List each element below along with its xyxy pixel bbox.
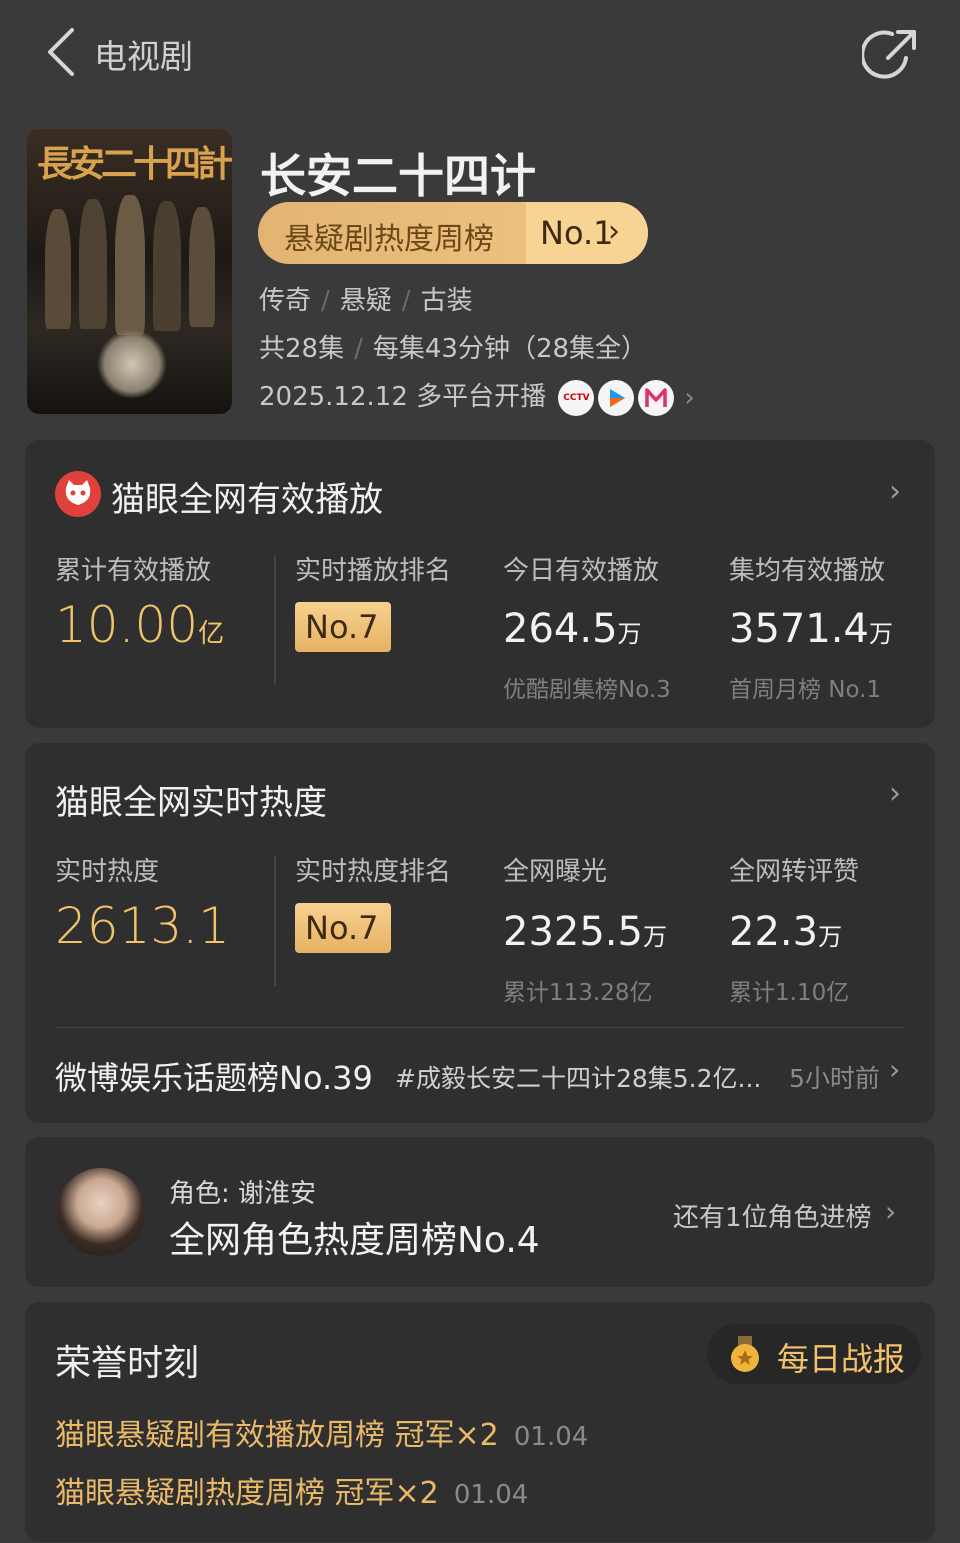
stat-label: 实时播放排名	[295, 556, 452, 586]
premiere-line[interactable]: 2025.12.12 多平台开播 CCTV ›	[259, 376, 695, 416]
heat-rank-badge: No.7	[295, 903, 391, 953]
playback-card-title: 猫眼全网有效播放	[111, 480, 383, 520]
honor-item: 猫眼悬疑剧有效播放周榜 冠军×2 01.04	[55, 1418, 589, 1453]
daily-report-button[interactable]: 每日战报	[707, 1324, 921, 1384]
more-roles-link[interactable]: 还有1位角色进榜	[673, 1197, 872, 1234]
heat-card-title: 猫眼全网实时热度	[55, 783, 327, 823]
realtime-heat-value: 2613.1	[55, 897, 230, 955]
chevron-right-icon: ›	[889, 1053, 901, 1086]
stat-label: 全网转评赞	[729, 857, 860, 887]
realtime-rank-badge: No.7	[295, 602, 391, 652]
divider	[274, 555, 276, 685]
nav-title: 电视剧	[94, 37, 193, 76]
youku-logo-icon	[598, 379, 635, 416]
engagement-value: 22.3万	[729, 909, 843, 955]
weibo-topic-tag: #成毅长安二十四计28集5.2亿...	[395, 1064, 762, 1093]
episode-line: 共28集 / 每集43分钟（28集全）	[259, 334, 648, 364]
weibo-time: 5小时前	[789, 1064, 880, 1093]
rank-pill-number: No.1	[526, 202, 648, 264]
mgtv-logo-icon	[638, 379, 675, 416]
stat-label: 集均有效播放	[729, 556, 886, 586]
episode-count: 共28集	[259, 334, 345, 364]
genre-tag: 悬疑	[339, 286, 392, 316]
role-rank: 全网角色热度周榜No.4	[169, 1220, 540, 1261]
honor-card: 荣誉时刻 每日战报 猫眼悬疑剧有效播放周榜 冠军×2 01.04 猫眼悬疑剧热度…	[25, 1302, 935, 1542]
weibo-rank: 微博娱乐话题榜No.39	[55, 1059, 373, 1097]
stat-label: 实时热度	[55, 857, 160, 887]
stat-label: 全网曝光	[503, 857, 608, 887]
role-name: 角色: 谢淮安	[169, 1179, 317, 1209]
share-icon[interactable]	[862, 24, 922, 84]
stat-label: 累计有效播放	[55, 556, 212, 586]
genre-line: 传奇 / 悬疑 / 古装	[259, 286, 473, 316]
weibo-topic-row[interactable]: 微博娱乐话题榜No.39 #成毅长安二十四计28集5.2亿... 5小时前 ›	[55, 1053, 915, 1097]
poster-logo-text: 長安二十四計	[37, 143, 232, 185]
premiere-date: 2025.12.12 多平台开播	[259, 382, 547, 412]
show-title: 长安二十四计	[260, 149, 536, 203]
divider	[55, 1027, 905, 1028]
genre-tag: 传奇	[259, 286, 312, 316]
stat-sub: 累计1.10亿	[729, 980, 850, 1006]
role-avatar	[57, 1168, 145, 1256]
role-card[interactable]: 角色: 谢淮安 全网角色热度周榜No.4 还有1位角色进榜 ›	[25, 1137, 935, 1287]
cctv-logo-icon: CCTV	[558, 379, 595, 416]
honor-item: 猫眼悬疑剧热度周榜 冠军×2 01.04	[55, 1476, 529, 1511]
weekly-rank-pill[interactable]: 悬疑剧热度周榜 No.1 ›	[258, 202, 648, 264]
divider	[274, 856, 276, 986]
exposure-value: 2325.5万	[503, 909, 667, 955]
genre-tag: 古装	[420, 286, 473, 316]
playback-card[interactable]: 猫眼全网有效播放 › 累计有效播放 10.00亿 实时播放排名 No.7 今日有…	[25, 440, 935, 728]
daily-report-label: 每日战报	[777, 1340, 906, 1378]
chevron-right-icon[interactable]: ›	[885, 1195, 896, 1228]
stat-sub: 优酷剧集榜No.3	[503, 677, 671, 703]
chevron-right-icon[interactable]: ›	[889, 776, 901, 811]
stat-label: 今日有效播放	[503, 556, 660, 586]
back-arrow-icon[interactable]	[40, 26, 84, 78]
today-playback-value: 264.5万	[503, 606, 642, 652]
stat-sub: 首周月榜 No.1	[729, 677, 882, 703]
show-poster[interactable]: 長安二十四計	[27, 129, 232, 414]
chevron-right-icon[interactable]: ›	[889, 474, 901, 509]
episode-duration: 每集43分钟（28集全）	[372, 334, 648, 364]
stat-label: 实时热度排名	[295, 857, 452, 887]
heat-card[interactable]: 猫眼全网实时热度 › 实时热度 2613.1 实时热度排名 No.7 全网曝光 …	[25, 743, 935, 1123]
total-playback-value: 10.00亿	[55, 596, 225, 654]
honor-title: 荣誉时刻	[55, 1343, 200, 1384]
stat-sub: 累计113.28亿	[503, 980, 653, 1006]
avg-playback-value: 3571.4万	[729, 606, 893, 652]
rank-pill-label: 悬疑剧热度周榜	[284, 222, 494, 257]
medal-icon	[731, 1336, 759, 1372]
chevron-right-icon: ›	[684, 382, 695, 413]
chevron-right-icon: ›	[608, 214, 620, 249]
maoyan-cat-icon	[55, 471, 101, 517]
